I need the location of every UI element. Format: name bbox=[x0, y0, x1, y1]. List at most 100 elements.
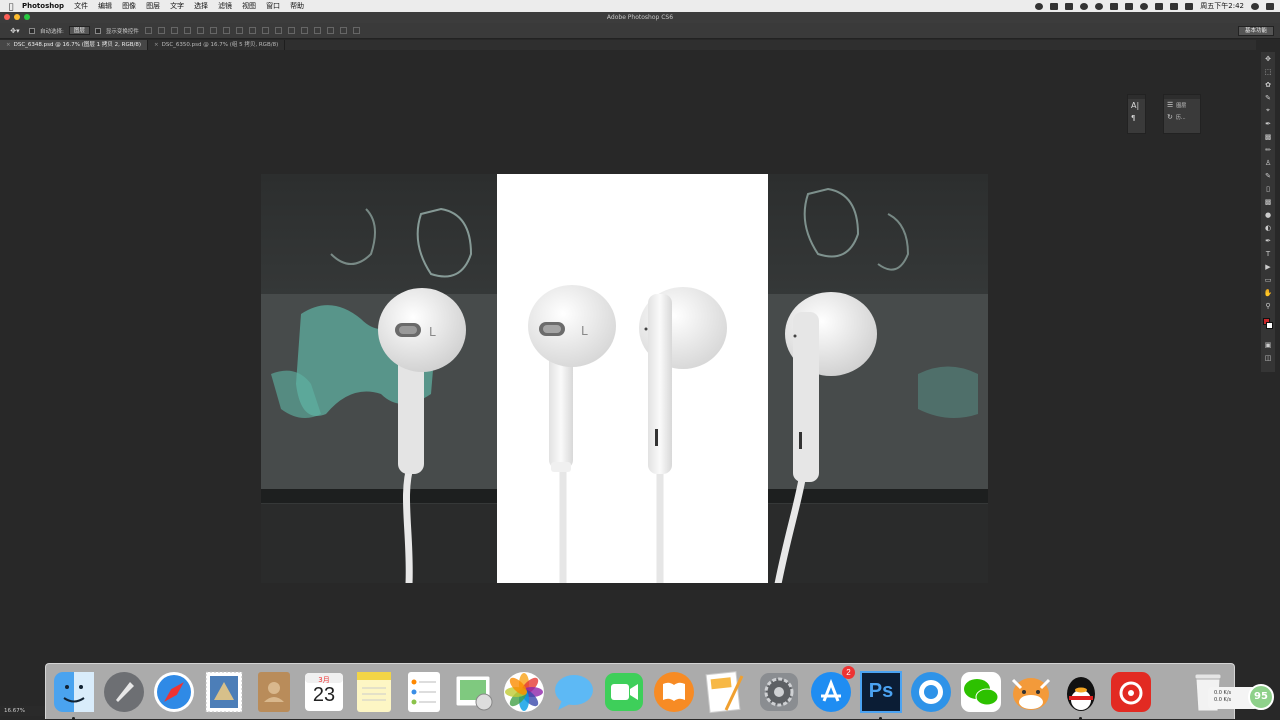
app-menu[interactable]: Photoshop bbox=[22, 2, 64, 10]
gradient-tool-icon[interactable]: ▩ bbox=[1261, 195, 1275, 208]
3d-pan-icon[interactable] bbox=[326, 27, 334, 34]
menu-help[interactable]: 帮助 bbox=[290, 1, 304, 11]
status-app-icon[interactable] bbox=[1050, 2, 1059, 10]
close-tab-icon[interactable]: × bbox=[154, 40, 159, 50]
healing-brush-tool-icon[interactable]: ▩ bbox=[1261, 130, 1275, 143]
crop-tool-icon[interactable]: ⌖ bbox=[1261, 104, 1275, 117]
clock[interactable]: 周五下午2:42 bbox=[1200, 1, 1244, 11]
distribute-right-icon[interactable] bbox=[287, 27, 295, 34]
menu-edit[interactable]: 编辑 bbox=[98, 1, 112, 11]
quick-select-tool-icon[interactable]: ✎ bbox=[1261, 91, 1275, 104]
screen-mode-icon[interactable]: ◫ bbox=[1261, 351, 1275, 364]
eyedropper-tool-icon[interactable]: ✒ bbox=[1261, 117, 1275, 130]
brush-tool-icon[interactable]: ✏ bbox=[1261, 143, 1275, 156]
align-right-icon[interactable] bbox=[209, 27, 217, 34]
eraser-tool-icon[interactable]: ▯ bbox=[1261, 182, 1275, 195]
spotlight-search-icon[interactable] bbox=[1251, 2, 1259, 10]
auto-select-dropdown[interactable]: 图层 bbox=[68, 26, 90, 35]
background-color-swatch[interactable] bbox=[1266, 322, 1273, 329]
quick-mask-icon[interactable]: ▣ bbox=[1261, 338, 1275, 351]
dock-pages[interactable] bbox=[702, 670, 746, 714]
menu-filter[interactable]: 滤镜 bbox=[218, 1, 232, 11]
dock-reminders[interactable] bbox=[402, 670, 446, 714]
dock-app-store[interactable]: 2 bbox=[809, 666, 855, 714]
dock-mail-stamp[interactable] bbox=[202, 670, 246, 714]
auto-select-checkbox[interactable] bbox=[29, 27, 35, 34]
dock-photos[interactable] bbox=[502, 670, 546, 714]
paragraph-panel-button[interactable]: ¶ bbox=[1128, 112, 1145, 124]
wechat-status-icon[interactable] bbox=[1080, 2, 1089, 10]
character-panel-button[interactable]: A| bbox=[1128, 99, 1145, 112]
tab-dsc-6348[interactable]: × DSC_6348.psd @ 16.7% (图层 1 拷贝 2, RGB/8… bbox=[0, 40, 148, 50]
align-hcenter-icon[interactable] bbox=[196, 27, 204, 34]
history-brush-tool-icon[interactable]: ✎ bbox=[1261, 169, 1275, 182]
document-canvas[interactable]: L L bbox=[261, 174, 988, 583]
tab-dsc-6350[interactable]: × DSC_6350.psd @ 16.7% (组 5 拷贝, RGB/8) bbox=[148, 40, 286, 50]
dock-system-preferences[interactable] bbox=[757, 670, 801, 714]
eject-icon[interactable] bbox=[1170, 2, 1179, 10]
menu-layer[interactable]: 图层 bbox=[146, 1, 160, 11]
wifi-icon[interactable] bbox=[1140, 2, 1149, 10]
distribute-top-icon[interactable] bbox=[222, 27, 230, 34]
distribute-bottom-icon[interactable] bbox=[248, 27, 256, 34]
zoom-level[interactable]: 16.67% bbox=[4, 708, 25, 714]
dock-facetime[interactable] bbox=[602, 670, 646, 714]
pen-tool-icon[interactable]: ✒ bbox=[1261, 234, 1275, 247]
dock-ibooks[interactable] bbox=[652, 670, 696, 714]
volume-icon[interactable] bbox=[1155, 2, 1164, 10]
close-tab-icon[interactable]: × bbox=[6, 40, 11, 50]
status-app-icon[interactable] bbox=[1065, 2, 1074, 10]
align-left-icon[interactable] bbox=[183, 27, 191, 34]
status-app-icon[interactable] bbox=[1035, 2, 1044, 10]
history-panel-button[interactable]: ↻ 历... bbox=[1164, 111, 1200, 123]
move-tool-preset-icon[interactable]: ✥▾ bbox=[6, 26, 24, 36]
layers-panel-button[interactable]: ☰ 图层 bbox=[1164, 99, 1200, 111]
menu-select[interactable]: 选择 bbox=[194, 1, 208, 11]
align-bottom-icon[interactable] bbox=[170, 27, 178, 34]
move-tool-icon[interactable]: ✥ bbox=[1261, 52, 1275, 65]
apple-menu-icon[interactable]:  bbox=[0, 2, 22, 11]
blur-tool-icon[interactable]: ● bbox=[1261, 208, 1275, 221]
zoom-tool-icon[interactable]: ⚲ bbox=[1261, 299, 1275, 312]
dock-qq-browser[interactable] bbox=[909, 670, 953, 714]
dock-launchpad[interactable] bbox=[102, 670, 146, 714]
marquee-tool-icon[interactable]: ⬚ bbox=[1261, 65, 1275, 78]
menu-file[interactable]: 文件 bbox=[74, 1, 88, 11]
3d-scale-icon[interactable] bbox=[352, 27, 360, 34]
dock-wechat[interactable] bbox=[959, 670, 1003, 714]
notification-center-icon[interactable] bbox=[1266, 2, 1274, 10]
workspace-dropdown[interactable]: 基本功能 bbox=[1237, 26, 1274, 36]
dock-cow-app[interactable] bbox=[1009, 670, 1053, 714]
dock-qq[interactable] bbox=[1059, 670, 1103, 720]
dock-contacts[interactable] bbox=[252, 670, 296, 714]
3d-rotate-icon[interactable] bbox=[313, 27, 321, 34]
distribute-left-icon[interactable] bbox=[261, 27, 269, 34]
menu-image[interactable]: 图像 bbox=[122, 1, 136, 11]
3d-slide-icon[interactable] bbox=[339, 27, 347, 34]
dock-finder[interactable] bbox=[52, 670, 96, 720]
lasso-tool-icon[interactable]: ✿ bbox=[1261, 78, 1275, 91]
dock-safari[interactable] bbox=[152, 670, 196, 714]
3d-mode-icon[interactable] bbox=[300, 27, 308, 34]
dodge-tool-icon[interactable]: ◐ bbox=[1261, 221, 1275, 234]
dock-notes[interactable] bbox=[352, 670, 396, 714]
input-method-icon[interactable] bbox=[1185, 2, 1194, 10]
clone-stamp-tool-icon[interactable]: ♙ bbox=[1261, 156, 1275, 169]
dock-maps-preview[interactable] bbox=[452, 670, 496, 714]
hand-tool-icon[interactable]: ✋ bbox=[1261, 286, 1275, 299]
menu-type[interactable]: 文字 bbox=[170, 1, 184, 11]
dock-messages[interactable] bbox=[552, 670, 596, 714]
menu-view[interactable]: 视图 bbox=[242, 1, 256, 11]
distribute-vcenter-icon[interactable] bbox=[235, 27, 243, 34]
align-top-icon[interactable] bbox=[144, 27, 152, 34]
dock-photoshop[interactable]: Ps bbox=[859, 670, 903, 720]
path-selection-tool-icon[interactable]: ▶ bbox=[1261, 260, 1275, 273]
distribute-hcenter-icon[interactable] bbox=[274, 27, 282, 34]
shape-tool-icon[interactable]: ▭ bbox=[1261, 273, 1275, 286]
show-transform-checkbox[interactable] bbox=[94, 27, 101, 34]
dock-calendar[interactable]: 3月 23 bbox=[302, 670, 346, 714]
align-vcenter-icon[interactable] bbox=[157, 27, 165, 34]
network-monitor[interactable]: 0.0 K/s 0.0 K/s 95 bbox=[1208, 684, 1274, 710]
dock-netease-music[interactable] bbox=[1109, 670, 1153, 714]
qq-status-icon[interactable] bbox=[1095, 2, 1104, 10]
